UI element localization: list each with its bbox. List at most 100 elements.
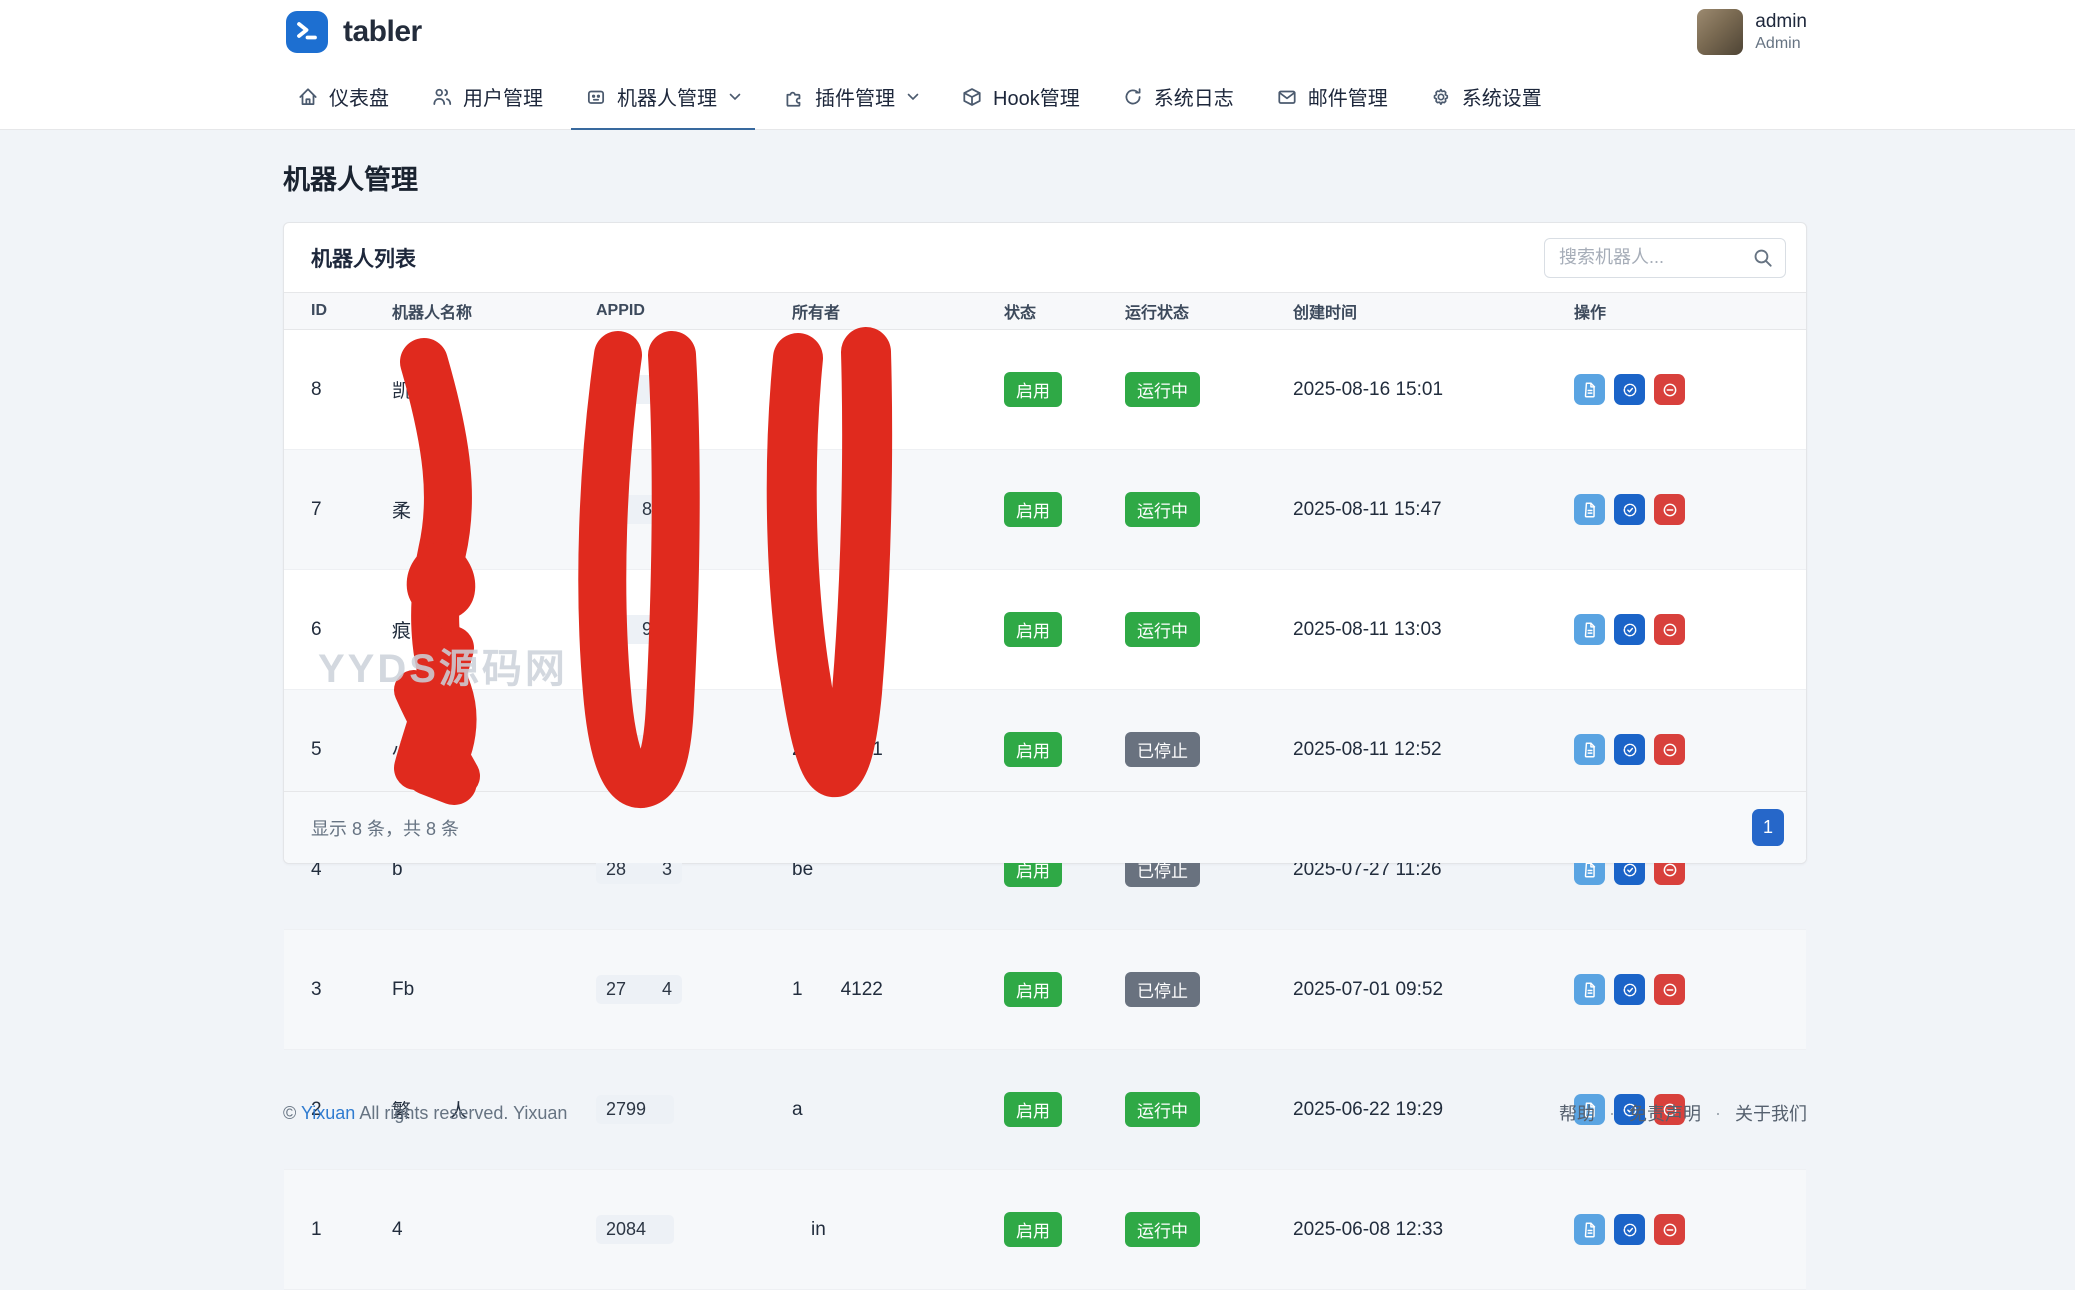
- cell-owner: 7: [792, 330, 1004, 450]
- col-owner: 所有者: [792, 293, 1004, 330]
- cell-id: 7: [284, 450, 392, 570]
- file-icon: [1581, 861, 1599, 879]
- user-role: Admin: [1755, 34, 1807, 54]
- view-detail-button[interactable]: [1574, 374, 1605, 405]
- page-title: 机器人管理: [283, 158, 418, 197]
- nav-label: 用户管理: [463, 82, 543, 111]
- footer-link-about[interactable]: 关于我们: [1735, 1100, 1807, 1126]
- disable-button[interactable]: [1654, 734, 1685, 765]
- run-state-badge: 运行中: [1125, 372, 1200, 407]
- search-input[interactable]: [1544, 238, 1786, 278]
- nav-label: 系统设置: [1462, 82, 1542, 111]
- status-badge: 启用: [1004, 372, 1062, 407]
- footer-links: 帮助 · 免责声明 · 关于我们: [1559, 1100, 1807, 1126]
- cell-created: 2025-08-11 15:47: [1293, 450, 1574, 570]
- cell-status: 启用: [1004, 330, 1125, 450]
- view-detail-button[interactable]: [1574, 494, 1605, 525]
- verify-button[interactable]: [1614, 614, 1645, 645]
- disable-button[interactable]: [1654, 494, 1685, 525]
- disable-button[interactable]: [1654, 974, 1685, 1005]
- disable-button[interactable]: [1654, 1214, 1685, 1245]
- run-state-badge: 已停止: [1125, 972, 1200, 1007]
- cell-name: 柔: [392, 450, 596, 570]
- status-badge: 启用: [1004, 972, 1062, 1007]
- main-navbar: 仪表盘 用户管理 机器人管理 插件管理 Hook管理: [0, 65, 2075, 130]
- refresh-icon: [1122, 86, 1144, 108]
- footer-link-help[interactable]: 帮助: [1559, 1100, 1595, 1126]
- nav-item-mail[interactable]: 邮件管理: [1262, 65, 1402, 130]
- cell-owner: in: [792, 1170, 1004, 1290]
- cell-run-state: 运行中: [1125, 1170, 1293, 1290]
- cell-created: 2025-06-08 12:33: [1293, 1170, 1574, 1290]
- view-detail-button[interactable]: [1574, 734, 1605, 765]
- col-created: 创建时间: [1293, 293, 1574, 330]
- cell-created: 2025-07-01 09:52: [1293, 930, 1574, 1050]
- cell-id: 6: [284, 570, 392, 690]
- cell-appid: 8: [596, 450, 792, 570]
- view-detail-button[interactable]: [1574, 1214, 1605, 1245]
- nav-label: 仪表盘: [329, 82, 389, 111]
- nav-label: 系统日志: [1154, 82, 1234, 111]
- cell-owner: 1 4122: [792, 930, 1004, 1050]
- table-row: 3 Fb 27 4 1 4122 启用 已停止 2025-07-01 09:52: [284, 930, 1806, 1050]
- view-detail-button[interactable]: [1574, 614, 1605, 645]
- brand-name: tabler: [343, 15, 422, 49]
- cell-run-state: 运行中: [1125, 570, 1293, 690]
- verify-button[interactable]: [1614, 494, 1645, 525]
- nav-item-plugins[interactable]: 插件管理: [769, 65, 933, 130]
- disable-button[interactable]: [1654, 614, 1685, 645]
- badge-check-icon: [1621, 861, 1639, 879]
- brand-logo[interactable]: tabler: [285, 10, 422, 54]
- verify-button[interactable]: [1614, 1214, 1645, 1245]
- cell-name: Fb: [392, 930, 596, 1050]
- cell-id: 1: [284, 1170, 392, 1290]
- nav-item-users[interactable]: 用户管理: [417, 65, 557, 130]
- cell-run-state: 运行中: [1125, 330, 1293, 450]
- copyright-symbol: ©: [283, 1103, 296, 1123]
- verify-button[interactable]: [1614, 734, 1645, 765]
- nav-item-logs[interactable]: 系统日志: [1108, 65, 1248, 130]
- appid-chip: 8: [596, 495, 662, 524]
- circle-minus-icon: [1661, 861, 1679, 879]
- pagination-page-1-button[interactable]: 1: [1752, 809, 1784, 846]
- site-footer: © Yixuan All rights reserved. Yixuan 帮助 …: [283, 1100, 1807, 1126]
- card-footer: 显示 8 条，共 8 条 1: [284, 791, 1806, 863]
- cell-status: 启用: [1004, 1170, 1125, 1290]
- circle-minus-icon: [1661, 1221, 1679, 1239]
- search-icon[interactable]: [1752, 247, 1774, 269]
- users-icon: [431, 86, 453, 108]
- appid-chip: 2084: [596, 1215, 674, 1244]
- badge-check-icon: [1621, 381, 1639, 399]
- file-icon: [1581, 501, 1599, 519]
- nav-item-settings[interactable]: 系统设置: [1416, 65, 1556, 130]
- status-badge: 启用: [1004, 1212, 1062, 1247]
- cell-appid: 9: [596, 570, 792, 690]
- footer-brand-link[interactable]: Yixuan: [301, 1103, 355, 1123]
- verify-button[interactable]: [1614, 374, 1645, 405]
- user-menu[interactable]: admin Admin: [1697, 9, 1807, 55]
- file-icon: [1581, 621, 1599, 639]
- disable-button[interactable]: [1654, 374, 1685, 405]
- badge-check-icon: [1621, 501, 1639, 519]
- home-icon: [297, 86, 319, 108]
- badge-check-icon: [1621, 621, 1639, 639]
- mail-icon: [1276, 86, 1298, 108]
- footer-link-disclaimer[interactable]: 免责声明: [1629, 1100, 1701, 1126]
- file-icon: [1581, 741, 1599, 759]
- cell-actions: [1574, 1170, 1806, 1290]
- cell-actions: [1574, 450, 1806, 570]
- robot-icon: [585, 86, 607, 108]
- circle-minus-icon: [1661, 981, 1679, 999]
- run-state-badge: 运行中: [1125, 612, 1200, 647]
- view-detail-button[interactable]: [1574, 974, 1605, 1005]
- card-title: 机器人列表: [311, 243, 416, 273]
- appid-chip: 27 4: [596, 975, 682, 1004]
- top-header: tabler admin Admin: [0, 0, 2075, 65]
- verify-button[interactable]: [1614, 974, 1645, 1005]
- nav-item-robots[interactable]: 机器人管理: [571, 65, 755, 130]
- cell-run-state: 已停止: [1125, 930, 1293, 1050]
- cell-actions: [1574, 570, 1806, 690]
- circle-minus-icon: [1661, 501, 1679, 519]
- nav-item-hooks[interactable]: Hook管理: [947, 65, 1094, 130]
- nav-item-dashboard[interactable]: 仪表盘: [283, 65, 403, 130]
